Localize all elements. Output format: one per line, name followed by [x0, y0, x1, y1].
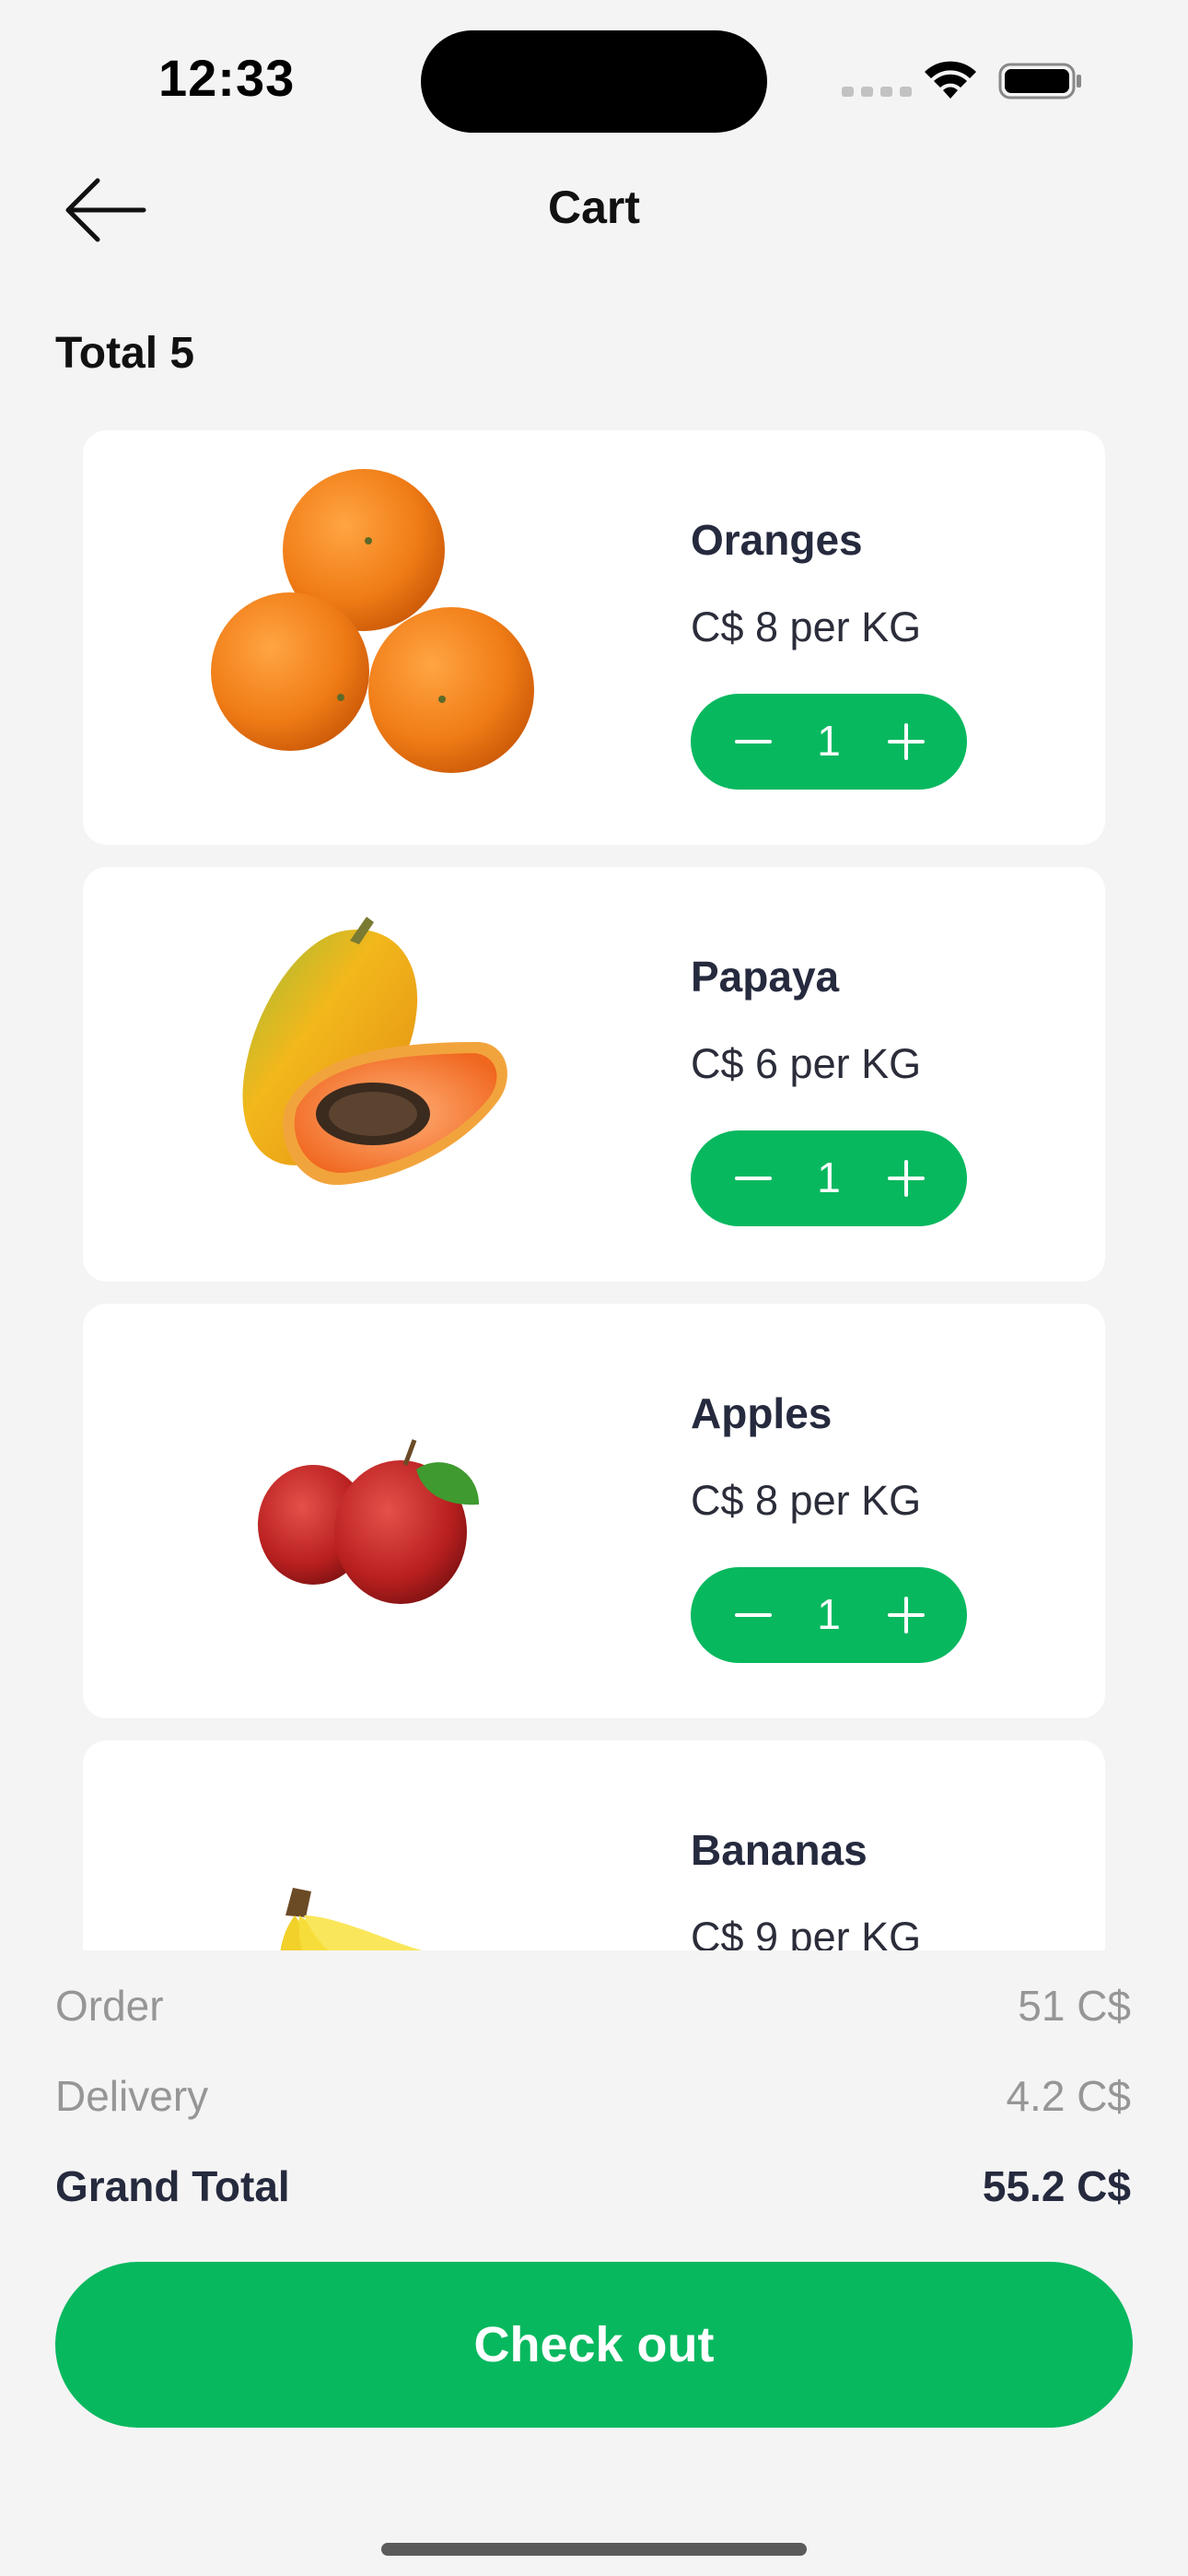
cart-item: Oranges C$ 8 per KG 1	[83, 430, 1105, 845]
wifi-icon	[925, 61, 976, 99]
product-name: Oranges	[691, 516, 863, 564]
cart-item-list[interactable]: Oranges C$ 8 per KG 1 Papaya C$ 6 per KG…	[83, 430, 1105, 1950]
apples-image	[258, 1439, 479, 1604]
order-label: Order	[55, 1982, 164, 2030]
product-price: C$ 8 per KG	[691, 1477, 922, 1524]
quantity-stepper: 1	[691, 1130, 967, 1226]
delivery-label: Delivery	[55, 2072, 209, 2120]
quantity-value: 1	[817, 1590, 841, 1638]
grand-total-value: 55.2 C$	[982, 2162, 1131, 2210]
cart-total-count: Total 5	[55, 329, 195, 378]
page-title: Cart	[547, 181, 641, 233]
cart-item: Bananas C$ 9 per KG 1	[83, 1740, 1105, 1950]
delivery-value: 4.2 C$	[1006, 2072, 1131, 2120]
home-indicator[interactable]	[381, 2543, 807, 2556]
order-subtotal-row: Order 51 C$	[55, 1981, 1131, 2031]
product-name: Apples	[691, 1389, 833, 1437]
plus-icon[interactable]	[888, 1160, 925, 1197]
battery-icon	[998, 63, 1081, 100]
product-price: C$ 8 per KG	[691, 603, 922, 650]
status-time: 12:33	[158, 49, 296, 107]
quantity-stepper: 1	[691, 694, 967, 790]
dynamic-island	[421, 30, 767, 133]
status-bar: 12:33	[0, 0, 1188, 138]
product-name: Bananas	[691, 1826, 868, 1874]
checkout-button[interactable]: Check out	[55, 2262, 1133, 2428]
oranges-image	[211, 469, 534, 773]
delivery-fee-row: Delivery 4.2 C$	[55, 2071, 1131, 2121]
grand-total-label: Grand Total	[55, 2162, 290, 2210]
grand-total-row: Grand Total 55.2 C$	[55, 2161, 1131, 2211]
papaya-image	[242, 917, 507, 1186]
plus-icon[interactable]	[888, 723, 925, 760]
cart-item: Papaya C$ 6 per KG 1	[83, 867, 1105, 1282]
plus-icon[interactable]	[888, 1597, 925, 1633]
product-price: C$ 9 per KG	[691, 1914, 922, 1950]
product-price: C$ 6 per KG	[691, 1040, 922, 1087]
quantity-value: 1	[817, 717, 841, 765]
cellular-signal-icon	[842, 87, 912, 97]
product-name: Papaya	[691, 953, 840, 1001]
order-value: 51 C$	[1018, 1982, 1131, 2030]
quantity-stepper: 1	[691, 1567, 967, 1663]
cart-item: Apples C$ 8 per KG 1	[83, 1304, 1105, 1718]
quantity-value: 1	[817, 1153, 841, 1201]
bananas-image	[280, 1888, 423, 1950]
